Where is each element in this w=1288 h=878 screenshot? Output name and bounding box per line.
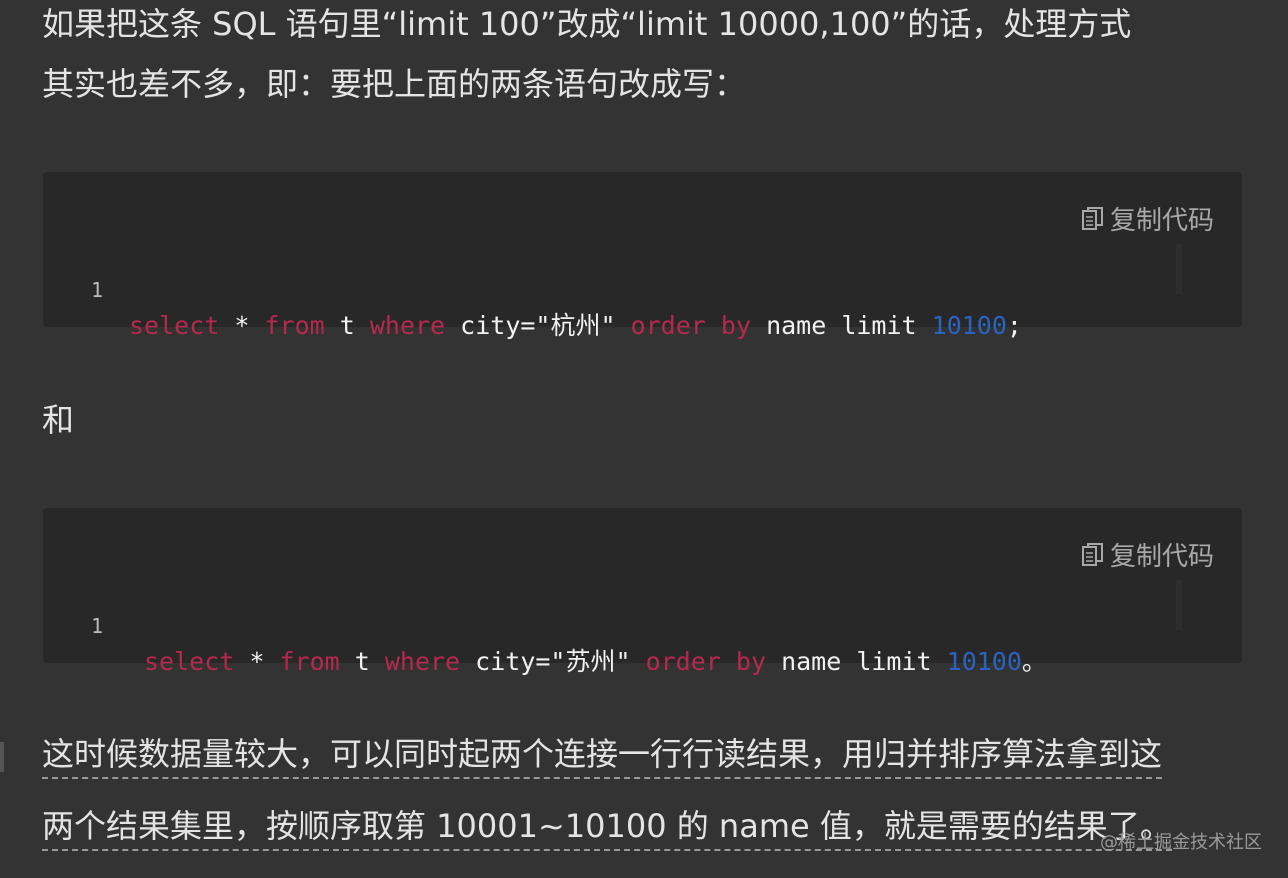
and-paragraph: 和	[42, 401, 75, 439]
result-line-1[interactable]: 这时候数据量较大，可以同时起两个连接一行行读结果，用归并排序算法拿到这	[42, 731, 1163, 779]
copy-code-label: 复制代码	[1109, 206, 1214, 236]
code-table: t	[339, 647, 385, 676]
code-star: *	[219, 311, 265, 340]
code-line: 1 select * from t where city="杭州" order …	[43, 236, 1022, 380]
keyword-order: order	[645, 647, 721, 676]
result-paragraph: 这时候数据量较大，可以同时起两个连接一行行读结果，用归并排序算法拿到这 两个结果…	[42, 724, 1242, 856]
code-name-limit: name limit	[766, 647, 947, 676]
code-end: 。	[1021, 647, 1047, 676]
scrollbar[interactable]	[1176, 244, 1182, 294]
copy-icon	[1081, 542, 1104, 567]
copy-icon	[1081, 206, 1104, 231]
paragraph-marker	[0, 742, 4, 772]
code-name-limit: name limit	[751, 311, 932, 340]
intro-line-2: 其实也差不多，即：要把上面的两条语句改成写：	[42, 65, 747, 103]
line-number: 1	[91, 278, 104, 302]
keyword-from: from	[264, 311, 325, 340]
keyword-where: where	[384, 647, 461, 676]
code-number: 10100	[931, 311, 1007, 340]
keyword-where: where	[369, 311, 446, 340]
copy-code-label: 复制代码	[1109, 542, 1214, 572]
scrollbar[interactable]	[1176, 580, 1182, 630]
keyword-select: select	[144, 647, 235, 676]
code-block: 复制代码 1 select * from t where city="杭州" o…	[43, 172, 1242, 340]
keyword-by: by	[735, 647, 767, 676]
keyword-select: select	[129, 311, 220, 340]
code-number: 10100	[946, 647, 1022, 676]
code-line: 1 select * from t where city="苏州" order …	[43, 572, 1047, 716]
code-end: ;	[1006, 311, 1022, 340]
code-table: t	[324, 311, 370, 340]
copy-code-button[interactable]: 复制代码	[1081, 536, 1214, 573]
code-condition: city="苏州"	[460, 647, 646, 676]
code-text[interactable]: select * from t where city="苏州" order by…	[144, 644, 1047, 680]
code-star: *	[234, 647, 280, 676]
keyword-order: order	[630, 311, 706, 340]
line-number: 1	[91, 614, 104, 638]
watermark: @稀土掘金技术社区	[1100, 832, 1262, 853]
intro-paragraph: 如果把这条 SQL 语句里“limit 100”改成“limit 10000,1…	[42, 0, 1242, 114]
intro-line-1: 如果把这条 SQL 语句里“limit 100”改成“limit 10000,1…	[42, 5, 1132, 43]
code-text[interactable]: select * from t where city="杭州" order by…	[129, 308, 1022, 344]
keyword-from: from	[279, 647, 340, 676]
keyword-by: by	[720, 311, 752, 340]
result-line-2[interactable]: 两个结果集里，按顺序取第 10001~10100 的 name 值，就是需要的结…	[42, 803, 1172, 851]
copy-code-button[interactable]: 复制代码	[1081, 200, 1214, 237]
code-condition: city="杭州"	[445, 311, 631, 340]
code-block: 复制代码 1 select * from t where city="苏州" o…	[43, 508, 1242, 676]
